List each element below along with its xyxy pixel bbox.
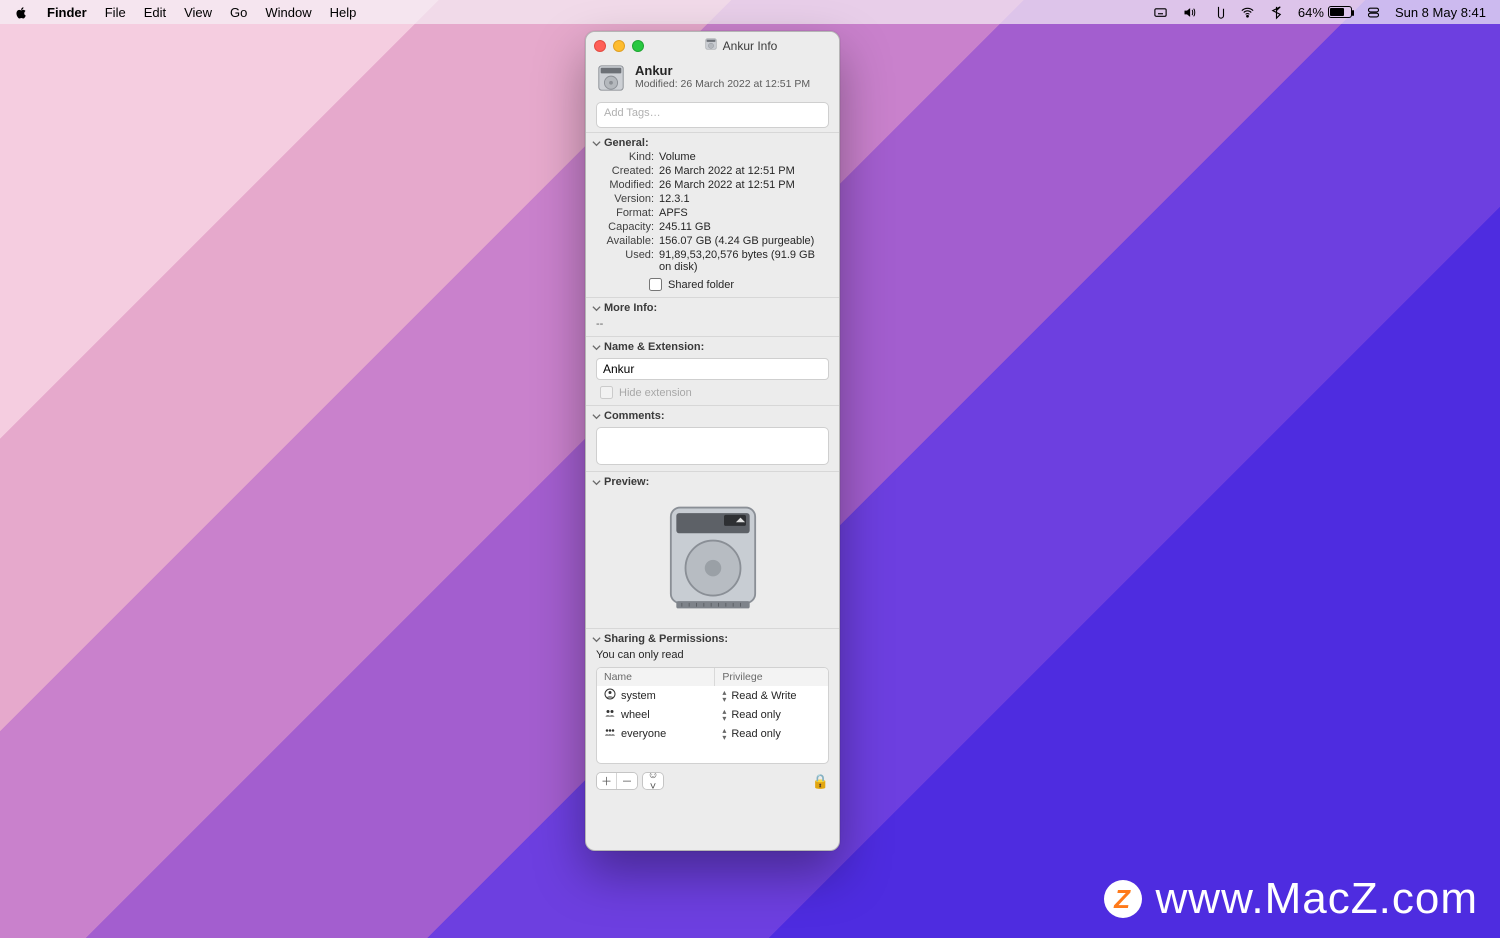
menu-view[interactable]: View bbox=[184, 5, 212, 20]
add-user-button[interactable]: ＋ bbox=[597, 773, 617, 789]
user-icon bbox=[604, 688, 616, 703]
everyone-icon bbox=[604, 726, 616, 741]
keyboard-icon[interactable] bbox=[1153, 5, 1168, 20]
more-info-value: -- bbox=[586, 316, 839, 336]
section-more-info-header[interactable]: More Info: bbox=[586, 298, 839, 316]
section-general: General: Kind:Volume Created:26 March 20… bbox=[586, 132, 839, 297]
chevron-down-icon bbox=[592, 478, 601, 487]
chevron-down-icon bbox=[592, 304, 601, 313]
section-comments: Comments: bbox=[586, 405, 839, 471]
battery-icon bbox=[1328, 6, 1352, 18]
shared-folder-label: Shared folder bbox=[668, 279, 734, 291]
chevron-down-icon bbox=[592, 635, 601, 644]
minimize-button[interactable] bbox=[613, 40, 625, 52]
privilege-select[interactable]: ▴▾Read only bbox=[715, 705, 828, 724]
apple-menu-icon[interactable] bbox=[14, 5, 29, 20]
zoom-button[interactable] bbox=[632, 40, 644, 52]
menu-help[interactable]: Help bbox=[330, 5, 357, 20]
section-comments-header[interactable]: Comments: bbox=[586, 406, 839, 424]
perm-col-privilege: Privilege bbox=[715, 668, 828, 686]
perm-col-name: Name bbox=[597, 668, 715, 686]
general-row: Modified:26 March 2022 at 12:51 PM bbox=[586, 179, 839, 193]
volume-name: Ankur bbox=[635, 63, 810, 78]
general-row: Kind:Volume bbox=[586, 151, 839, 165]
bluetooth-icon[interactable] bbox=[1269, 5, 1284, 20]
chevron-down-icon bbox=[592, 412, 601, 421]
hide-extension-checkbox bbox=[600, 386, 613, 399]
watermark: Z www.MacZ.com bbox=[1104, 874, 1478, 924]
shared-folder-row: Shared folder bbox=[586, 275, 839, 297]
section-sharing-header[interactable]: Sharing & Permissions: bbox=[586, 629, 839, 647]
volume-icon-large bbox=[596, 63, 626, 96]
battery-status[interactable]: 64% bbox=[1298, 5, 1352, 20]
permissions-message: You can only read bbox=[586, 647, 839, 665]
tags-field[interactable]: Add Tags… bbox=[596, 102, 829, 128]
volume-modified: Modified: 26 March 2022 at 12:51 PM bbox=[635, 78, 810, 90]
watermark-text: www.MacZ.com bbox=[1156, 874, 1478, 924]
battery-percent: 64% bbox=[1298, 5, 1324, 20]
general-row: Capacity:245.11 GB bbox=[586, 221, 839, 235]
comments-field[interactable] bbox=[596, 427, 829, 465]
privilege-select[interactable]: ▴▾Read & Write bbox=[715, 686, 828, 705]
name-input[interactable] bbox=[596, 358, 829, 380]
get-info-window: Ankur Info Ankur Modified: 26 March 2022… bbox=[585, 31, 840, 851]
general-row: Version:12.3.1 bbox=[586, 193, 839, 207]
table-row: everyone ▴▾Read only bbox=[597, 724, 828, 743]
header-summary: Ankur Modified: 26 March 2022 at 12:51 P… bbox=[586, 59, 839, 102]
section-preview: Preview: bbox=[586, 471, 839, 628]
section-more-info: More Info: -- bbox=[586, 297, 839, 336]
titlebar[interactable]: Ankur Info bbox=[586, 32, 839, 59]
section-name-extension-header[interactable]: Name & Extension: bbox=[586, 337, 839, 355]
menubar: Finder File Edit View Go Window Help 64%… bbox=[0, 0, 1500, 24]
close-button[interactable] bbox=[594, 40, 606, 52]
menubar-datetime[interactable]: Sun 8 May 8:41 bbox=[1395, 5, 1486, 20]
table-row: wheel ▴▾Read only bbox=[597, 705, 828, 724]
preview-image bbox=[586, 490, 839, 628]
attachment-icon[interactable] bbox=[1211, 5, 1226, 20]
action-menu-button[interactable]: ☺︎ ˅ bbox=[643, 773, 663, 789]
section-general-header[interactable]: General: bbox=[586, 133, 839, 151]
privilege-select[interactable]: ▴▾Read only bbox=[715, 724, 828, 743]
shared-folder-checkbox[interactable] bbox=[649, 278, 662, 291]
menu-go[interactable]: Go bbox=[230, 5, 247, 20]
window-title: Ankur Info bbox=[723, 39, 778, 53]
hard-disk-icon bbox=[704, 37, 718, 54]
wifi-icon[interactable] bbox=[1240, 5, 1255, 20]
general-row: Created:26 March 2022 at 12:51 PM bbox=[586, 165, 839, 179]
section-name-extension: Name & Extension: Hide extension bbox=[586, 336, 839, 405]
remove-user-button[interactable]: － bbox=[617, 773, 637, 789]
menu-app-name[interactable]: Finder bbox=[47, 5, 87, 20]
section-sharing-permissions: Sharing & Permissions: You can only read… bbox=[586, 628, 839, 796]
hide-extension-label: Hide extension bbox=[619, 387, 692, 399]
menu-edit[interactable]: Edit bbox=[144, 5, 166, 20]
general-row: Used:91,89,53,20,576 bytes (91.9 GB on d… bbox=[586, 249, 839, 275]
control-center-icon[interactable] bbox=[1366, 5, 1381, 20]
lock-icon[interactable]: 🔒 bbox=[812, 773, 829, 790]
table-row: system ▴▾Read & Write bbox=[597, 686, 828, 705]
volume-icon[interactable] bbox=[1182, 5, 1197, 20]
watermark-logo-icon: Z bbox=[1104, 880, 1142, 918]
permissions-table: Name Privilege system ▴▾Read & Write whe… bbox=[596, 667, 829, 764]
group-icon bbox=[604, 707, 616, 722]
section-preview-header[interactable]: Preview: bbox=[586, 472, 839, 490]
menu-window[interactable]: Window bbox=[265, 5, 311, 20]
general-row: Format:APFS bbox=[586, 207, 839, 221]
menu-file[interactable]: File bbox=[105, 5, 126, 20]
chevron-down-icon bbox=[592, 343, 601, 352]
chevron-down-icon bbox=[592, 139, 601, 148]
general-row: Available:156.07 GB (4.24 GB purgeable) bbox=[586, 235, 839, 249]
